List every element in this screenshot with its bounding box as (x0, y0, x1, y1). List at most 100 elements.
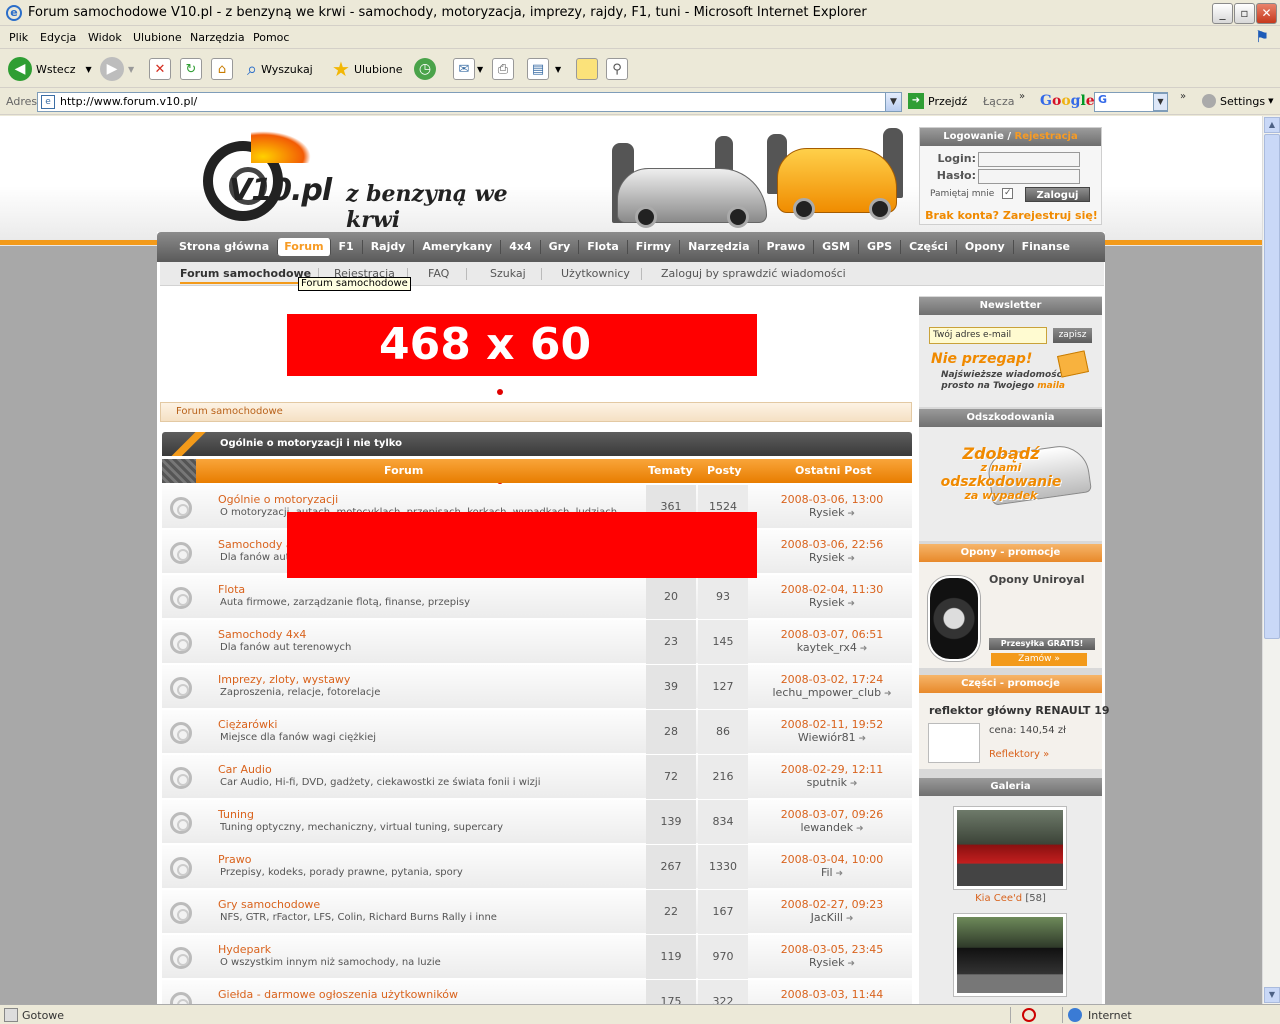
refresh-button[interactable]: ↻ (180, 55, 202, 83)
subnav-uzytkownicy[interactable]: Użytkownicy (561, 267, 630, 280)
last-post-date[interactable]: 2008-02-27, 09:23 (752, 898, 912, 911)
nav-gps[interactable]: GPS (859, 240, 902, 254)
tire-image[interactable] (928, 576, 980, 661)
subnav-forum-samochodowe[interactable]: Forum samochodowe (180, 267, 312, 284)
nav-gry[interactable]: Gry (541, 240, 580, 254)
gallery-photo[interactable] (953, 913, 1067, 997)
nav-czesci[interactable]: Części (901, 240, 957, 254)
headlights-link[interactable]: Reflektory » (989, 749, 1049, 760)
last-post-date[interactable]: 2008-02-04, 11:30 (752, 583, 912, 596)
forum-name[interactable]: Flota (218, 583, 245, 596)
links-label[interactable]: Łącza (983, 95, 1015, 108)
notes-button[interactable] (576, 55, 598, 83)
last-post-date[interactable]: 2008-03-03, 11:44 (752, 988, 912, 1001)
nav-f1[interactable]: F1 (331, 240, 363, 254)
forum-row[interactable]: Car Audio Car Audio, Hi-fi, DVD, gadżety,… (162, 755, 912, 799)
last-post-user[interactable]: Wiewiór81 (752, 731, 912, 744)
forum-row[interactable]: Hydepark O wszystkim innym niż samochody,… (162, 935, 912, 979)
nav-narzedzia[interactable]: Narzędzia (680, 240, 759, 254)
nav-amerykany[interactable]: Amerykany (414, 240, 502, 254)
last-post-date[interactable]: 2008-02-29, 12:11 (752, 763, 912, 776)
last-post-user[interactable]: JacKill (752, 911, 912, 924)
order-button[interactable]: Zamów » (991, 653, 1087, 666)
links-chevron-icon[interactable]: » (1019, 91, 1025, 102)
vertical-scrollbar[interactable]: ▲ ▼ (1262, 116, 1280, 1004)
print-button[interactable]: ⎙ (492, 55, 514, 83)
address-dropdown[interactable]: ▼ (885, 92, 902, 112)
favorites-button[interactable]: ★ Ulubione (332, 55, 403, 83)
last-post-user[interactable]: sputnik (752, 776, 912, 789)
settings-button[interactable]: Settings ▼ (1202, 94, 1274, 108)
menu-widok[interactable]: Widok (88, 31, 122, 44)
minimize-button[interactable]: _ (1212, 3, 1233, 24)
menu-narzedzia[interactable]: Narzędzia (190, 31, 245, 44)
edit-button[interactable]: ▤ ▼ (527, 55, 561, 83)
last-post-date[interactable]: 2008-03-04, 10:00 (752, 853, 912, 866)
popup-blocked-icon[interactable] (1022, 1008, 1036, 1022)
forum-row[interactable]: Prawo Przepisy, kodeks, porady prawne, py… (162, 845, 912, 889)
last-post-date[interactable]: 2008-03-06, 13:00 (752, 493, 912, 506)
go-button[interactable]: ➜ Przejdź (908, 93, 967, 109)
menu-edycja[interactable]: Edycja (40, 31, 76, 44)
last-post-date[interactable]: 2008-03-05, 23:45 (752, 943, 912, 956)
subnav-faq[interactable]: FAQ (428, 267, 449, 280)
last-post-date[interactable]: 2008-03-02, 17:24 (752, 673, 912, 686)
forum-row[interactable]: Tuning Tuning optyczny, mechaniczny, virt… (162, 800, 912, 844)
mail-button[interactable]: ✉ ▼ (453, 55, 483, 83)
search-button[interactable]: ⌕ Wyszukaj (247, 55, 313, 83)
newsletter-subscribe-button[interactable]: zapisz (1053, 328, 1092, 343)
nav-rajdy[interactable]: Rajdy (363, 240, 415, 254)
scroll-down-button[interactable]: ▼ (1264, 987, 1280, 1003)
forum-row[interactable]: Flota Auta firmowe, zarządzanie flotą, fi… (162, 575, 912, 619)
ad-banner[interactable]: 468 x 60 (287, 314, 757, 376)
login-button[interactable]: Zaloguj (1025, 187, 1090, 202)
last-post-date[interactable]: 2008-02-11, 19:52 (752, 718, 912, 731)
google-dropdown[interactable]: ▼ (1153, 93, 1168, 111)
newsletter-email-input[interactable]: Twój adres e-mail (929, 327, 1047, 344)
last-post-date[interactable]: 2008-03-07, 09:26 (752, 808, 912, 821)
nav-strona-glowna[interactable]: Strona główna (171, 240, 279, 254)
maximize-button[interactable]: ▫ (1234, 3, 1255, 24)
home-button[interactable]: ⌂ (211, 55, 233, 83)
gallery-caption[interactable]: Kia Cee'd [58] (919, 893, 1102, 904)
last-post-user[interactable]: Rysiek (752, 956, 912, 969)
last-post-user[interactable]: Rysiek (752, 506, 912, 519)
forum-row[interactable]: Giełda - darmowe ogłoszenia użytkowników… (162, 980, 912, 1004)
gallery-photo[interactable] (953, 806, 1067, 890)
subnav-zaloguj[interactable]: Zaloguj by sprawdzić wiadomości (661, 267, 846, 280)
history-button[interactable]: ◷ (414, 55, 440, 83)
breadcrumb[interactable]: Forum samochodowe (160, 402, 912, 422)
forum-name[interactable]: Ciężarówki (218, 718, 277, 731)
scroll-up-button[interactable]: ▲ (1264, 117, 1280, 133)
nav-finanse[interactable]: Finanse (1014, 240, 1078, 254)
forum-name[interactable]: Prawo (218, 853, 251, 866)
nav-gsm[interactable]: GSM (814, 240, 860, 254)
forum-name[interactable]: Tuning (218, 808, 254, 821)
stop-button[interactable]: ✕ (149, 55, 171, 83)
forum-name[interactable]: Samochody 4x4 (218, 628, 306, 641)
forum-name[interactable]: Giełda - darmowe ogłoszenia użytkowników (218, 988, 458, 1001)
odszkodowania-ad[interactable]: Zdobądź z nami odszkodowanie za wypadek (919, 427, 1102, 541)
forum-name[interactable]: Ogólnie o motoryzacji (218, 493, 338, 506)
last-post-user[interactable]: lewandek (752, 821, 912, 834)
last-post-date[interactable]: 2008-03-07, 06:51 (752, 628, 912, 641)
forum-row[interactable]: Gry samochodowe NFS, GTR, rFactor, LFS, C… (162, 890, 912, 934)
register-link[interactable]: Rejestracja (1015, 131, 1078, 142)
toolbar-chevron-icon[interactable]: » (1180, 91, 1186, 102)
forum-name[interactable]: Gry samochodowe (218, 898, 320, 911)
nav-forum[interactable]: Forum (278, 238, 331, 256)
menu-plik[interactable]: Plik (9, 31, 28, 44)
last-post-date[interactable]: 2008-03-06, 22:56 (752, 538, 912, 551)
forward-button[interactable]: ▶ ▼ (100, 55, 134, 83)
nav-flota[interactable]: Flota (579, 240, 628, 254)
forum-row[interactable]: Ciężarówki Miejsce dla fanów wagi ciężkie… (162, 710, 912, 754)
back-button[interactable]: ◀ Wstecz ▼ (8, 55, 92, 83)
password-input[interactable] (978, 169, 1080, 184)
close-button[interactable]: ✕ (1256, 3, 1277, 24)
site-logo[interactable]: V10.pl z benzyną we krwi (203, 131, 533, 233)
nav-prawo[interactable]: Prawo (759, 240, 815, 254)
forum-name[interactable]: Hydepark (218, 943, 271, 956)
last-post-user[interactable]: lechu_mpower_club (752, 686, 912, 699)
forum-name[interactable]: Car Audio (218, 763, 272, 776)
scroll-thumb[interactable] (1264, 134, 1280, 639)
